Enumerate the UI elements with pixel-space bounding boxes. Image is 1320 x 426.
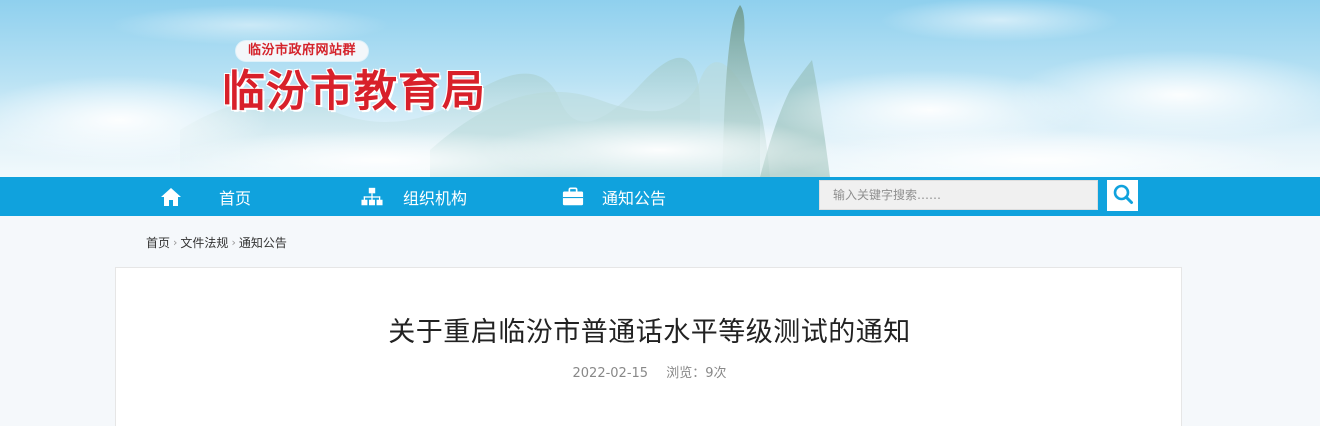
article-title: 关于重启临汾市普通话水平等级测试的通知 [388, 317, 911, 348]
search-input[interactable] [819, 180, 1098, 210]
site-title-logo[interactable]: 临汾市教育局 [222, 66, 486, 118]
nav-item-organization[interactable]: 组织机构 [361, 177, 467, 216]
nav-label-organization: 组织机构 [403, 188, 468, 208]
header-banner: 临汾市政府网站群 临汾市教育局 [0, 0, 1320, 177]
article-card: 关于重启临汾市普通话水平等级测试的通知 2022-02-15 浏览：9次 [115, 267, 1182, 426]
search-button[interactable] [1107, 180, 1138, 211]
site-group-badge[interactable]: 临汾市政府网站群 [236, 41, 369, 61]
nav-label-notices: 通知公告 [602, 188, 667, 208]
breadcrumb-notices[interactable]: 通知公告 [239, 234, 287, 251]
nav-item-notices[interactable]: 通知公告 [562, 177, 666, 216]
nav-label-home: 首页 [219, 188, 252, 208]
org-chart-icon [361, 186, 383, 208]
briefcase-icon [562, 186, 584, 208]
breadcrumb-home[interactable]: 首页 [146, 234, 170, 251]
nav-item-home[interactable]: 首页 [160, 177, 251, 216]
article-date: 2022-02-15 [572, 366, 649, 381]
article-meta: 2022-02-15 浏览：9次 [116, 362, 1183, 381]
breadcrumb: 首页 › 文件法规 › 通知公告 [146, 234, 287, 250]
breadcrumb-regulations[interactable]: 文件法规 [180, 234, 228, 251]
article-view-count: 浏览：9次 [666, 366, 727, 381]
landscape-illustration [0, 0, 1320, 177]
chevron-right-icon: › [173, 235, 178, 249]
search-icon [1112, 183, 1134, 208]
chevron-right-icon: › [231, 235, 236, 249]
home-icon [160, 186, 182, 208]
